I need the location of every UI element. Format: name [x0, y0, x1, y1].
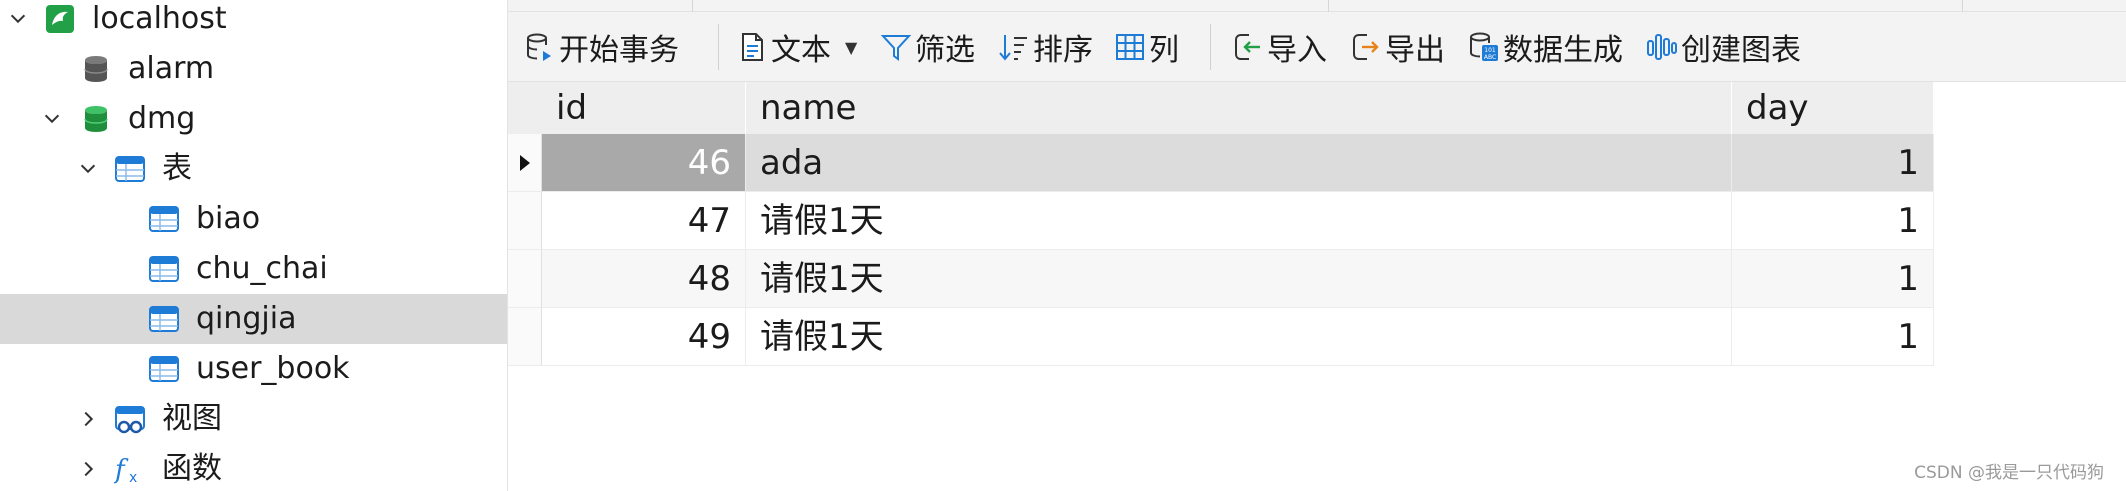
table-row[interactable]: 48 请假1天 1: [542, 250, 1934, 308]
mysql-connection-icon: [44, 3, 76, 35]
views-icon: [114, 403, 146, 435]
row-indicator[interactable]: [508, 308, 542, 366]
tree-node-tables[interactable]: 表: [0, 144, 507, 194]
import-label: 导入: [1267, 33, 1327, 68]
tree-node-label: dmg: [128, 101, 196, 136]
cell-day[interactable]: 1: [1732, 134, 1934, 192]
cell-name[interactable]: 请假1天: [746, 192, 1732, 250]
create-chart-button[interactable]: 创建图表: [1646, 12, 1801, 82]
table-row[interactable]: 46 ada 1: [542, 134, 1934, 192]
cell-name[interactable]: 请假1天: [746, 308, 1732, 366]
tree-node-views[interactable]: 视图: [0, 394, 507, 444]
begin-transaction-icon: [527, 33, 551, 61]
sort-button[interactable]: 排序: [998, 12, 1093, 82]
chevron-down-icon[interactable]: [40, 107, 64, 131]
column-header-day[interactable]: day: [1732, 82, 1934, 134]
table-icon: [148, 253, 180, 285]
import-button[interactable]: 导入: [1232, 12, 1327, 82]
svg-text:f: f: [114, 455, 129, 485]
chevron-down-icon[interactable]: [6, 7, 30, 31]
object-tree: localhost alarm dmg 表 biao chu_chai qing…: [0, 0, 508, 491]
table-row[interactable]: 49 请假1天 1: [542, 308, 1934, 366]
column-header-name[interactable]: name: [746, 82, 1732, 134]
cell-day[interactable]: 1: [1732, 250, 1934, 308]
tree-node-functions[interactable]: fx 函数: [0, 444, 507, 491]
data-generation-button[interactable]: 101 ABC 数据生成: [1468, 12, 1623, 82]
tree-node-label: 视图: [162, 401, 222, 436]
current-row-pointer-icon: [519, 154, 530, 171]
chevron-right-icon[interactable]: [76, 407, 100, 431]
tables-folder-icon: [114, 153, 146, 185]
row-indicator[interactable]: [508, 192, 542, 250]
svg-text:ABC: ABC: [1484, 54, 1496, 61]
cell-day[interactable]: 1: [1732, 192, 1934, 250]
column-header-id[interactable]: id: [542, 82, 746, 134]
column-header-label: name: [760, 88, 857, 128]
begin-transaction-button[interactable]: 开始事务: [524, 12, 679, 82]
tree-node-label: alarm: [128, 51, 215, 86]
grid-toolbar: 开始事务 文本 ▼ 筛选 排序 列 导入 导出 101 ABC 数据生成 创建图表: [508, 12, 2126, 82]
sort-icon: [999, 35, 1027, 61]
functions-icon: fx: [114, 453, 146, 485]
table-icon: [148, 203, 180, 235]
column-header-label: id: [556, 88, 588, 128]
sort-label: 排序: [1033, 33, 1093, 68]
text-view-label: 文本: [771, 33, 831, 68]
text-view-dropdown[interactable]: 文本 ▼: [736, 12, 857, 82]
document-icon: [742, 33, 763, 61]
row-indicator-header: [508, 82, 542, 134]
tree-node-label: 函数: [162, 451, 222, 486]
filter-label: 筛选: [915, 33, 975, 68]
row-indicator[interactable]: [508, 134, 542, 192]
tree-node-label: 表: [162, 151, 192, 186]
caret-down-icon: ▼: [845, 37, 858, 57]
cell-name[interactable]: 请假1天: [746, 250, 1732, 308]
filter-icon: [880, 35, 912, 61]
watermark: CSDN @我是一只代码狗: [1914, 463, 2104, 483]
database-green-icon: [80, 103, 112, 135]
export-button[interactable]: 导出: [1350, 12, 1445, 82]
table-row[interactable]: 47 请假1天 1: [542, 192, 1934, 250]
data-generation-icon: 101ABC: [1470, 32, 1498, 61]
tree-node-dmg[interactable]: dmg: [0, 94, 507, 144]
cell-id[interactable]: 49: [542, 308, 746, 366]
database-gray-icon: [80, 53, 112, 85]
row-indicator[interactable]: [508, 250, 542, 308]
tree-node-table-qingjia[interactable]: qingjia: [0, 294, 507, 344]
cell-day[interactable]: 1: [1732, 308, 1934, 366]
import-icon: [1235, 34, 1260, 60]
columns-label: 列: [1149, 33, 1179, 68]
filter-button[interactable]: 筛选: [880, 12, 975, 82]
cell-id[interactable]: 48: [542, 250, 746, 308]
export-icon: [1353, 34, 1379, 60]
tree-node-table-biao[interactable]: biao: [0, 194, 507, 244]
cell-name[interactable]: ada: [746, 134, 1732, 192]
tree-node-label: qingjia: [196, 301, 297, 336]
column-header-label: day: [1746, 88, 1809, 128]
tree-node-alarm[interactable]: alarm: [0, 44, 507, 94]
export-label: 导出: [1385, 33, 1445, 68]
create-chart-label: 创建图表: [1681, 33, 1801, 68]
table-icon: [148, 303, 180, 335]
tree-node-label: localhost: [92, 1, 227, 36]
tab-strip: [508, 0, 2126, 12]
cell-id[interactable]: 46: [542, 134, 746, 192]
tree-node-label: chu_chai: [196, 251, 328, 286]
tree-node-table-chu-chai[interactable]: chu_chai: [0, 244, 507, 294]
create-chart-icon: [1647, 34, 1677, 60]
svg-text:x: x: [129, 470, 137, 485]
columns-button[interactable]: 列: [1114, 12, 1179, 82]
cell-id[interactable]: 47: [542, 192, 746, 250]
chevron-right-icon[interactable]: [76, 457, 100, 481]
begin-transaction-label: 开始事务: [559, 33, 679, 68]
chevron-down-icon[interactable]: [76, 157, 100, 181]
columns-icon: [1116, 34, 1144, 60]
data-generation-label: 数据生成: [1503, 33, 1623, 68]
table-icon: [148, 353, 180, 385]
tree-node-label: user_book: [196, 351, 350, 386]
tree-node-label: biao: [196, 201, 261, 236]
tree-node-table-user-book[interactable]: user_book: [0, 344, 507, 394]
svg-text:101: 101: [1484, 47, 1496, 54]
tree-node-localhost[interactable]: localhost: [0, 0, 507, 44]
